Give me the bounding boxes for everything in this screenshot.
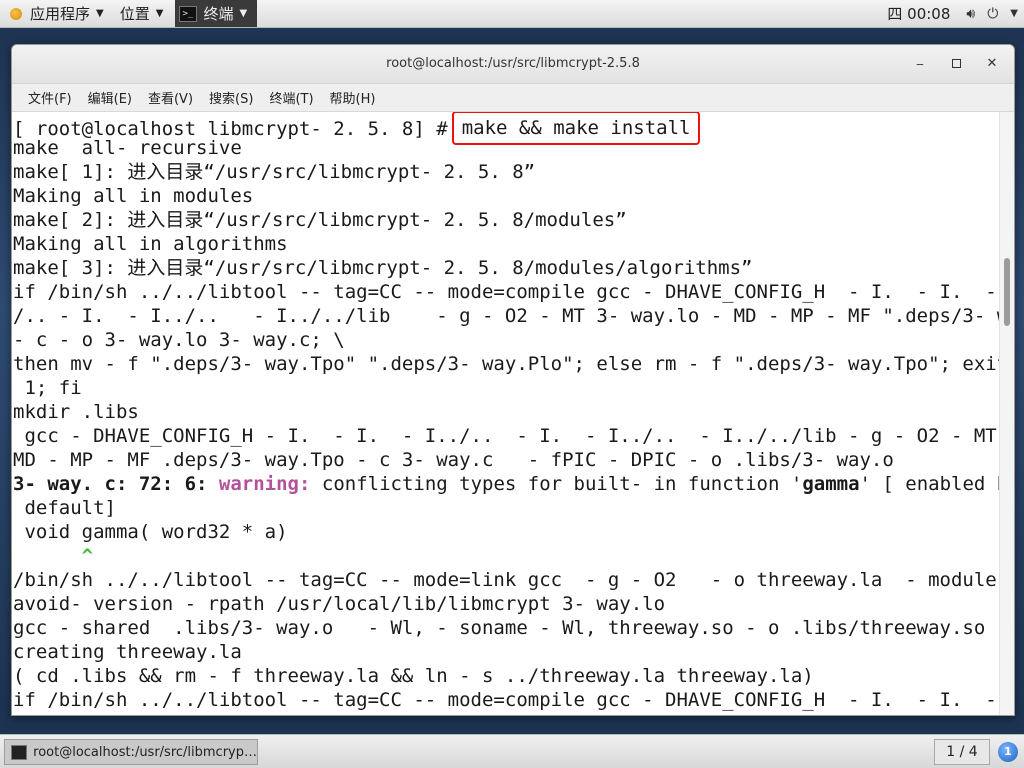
chevron-down-icon: ▼ xyxy=(239,8,248,19)
terminal-icon xyxy=(11,744,28,760)
terminal-output[interactable]: [ root@localhost libmcrypt- 2. 5. 8] # ma… xyxy=(12,112,999,715)
terminal-scrollbar[interactable] xyxy=(999,112,1014,715)
terminal-app-label: 终端 xyxy=(203,5,234,23)
warning-label: warning: xyxy=(218,473,311,495)
prompt-line: [ root@localhost libmcrypt- 2. 5. 8] # ma… xyxy=(13,112,999,145)
chevron-down-icon: ▼ xyxy=(155,8,164,19)
minimize-icon: ‒ xyxy=(916,57,924,71)
window-title: root@localhost:/usr/src/libmcrypt-2.5.8 xyxy=(386,56,640,71)
output-line: MD - MP - MF .deps/3- way.Tpo - c 3- way… xyxy=(13,449,894,471)
menu-help[interactable]: 帮助(H) xyxy=(322,88,384,107)
taskbar-window-label: root@localhost:/usr/src/libmcryp… xyxy=(33,744,257,760)
output-line: if /bin/sh ../../libtool -- tag=CC -- mo… xyxy=(13,281,999,303)
scrollbar-thumb[interactable] xyxy=(1004,258,1010,326)
output-line: gcc - DHAVE_CONFIG_H - I. - I. - I../.. … xyxy=(24,425,997,447)
menu-search[interactable]: 搜索(S) xyxy=(201,88,261,107)
applications-menu[interactable]: 应用程序 ▼ xyxy=(0,0,112,27)
taskbar-terminal-window[interactable]: root@localhost:/usr/src/libmcryp… xyxy=(4,739,258,765)
workspace-pager[interactable]: 1 / 4 xyxy=(934,739,990,765)
maximize-button[interactable] xyxy=(946,54,966,74)
warning-line: 3- way. c: 72: 6: warning: conflicting t… xyxy=(13,472,999,496)
output-line: - c - o 3- way.lo 3- way.c; \ xyxy=(13,329,345,351)
menu-file[interactable]: 文件(F) xyxy=(20,88,80,107)
output-line: avoid- version - rpath /usr/local/lib/li… xyxy=(13,593,666,615)
highlighted-command: make && make install xyxy=(451,112,701,145)
output-line: ( cd .libs && rm - f threeway.la && ln -… xyxy=(13,665,814,687)
chevron-down-icon: ▼ xyxy=(96,8,104,19)
notification-icon[interactable]: 1 xyxy=(998,742,1018,762)
warning-location: 3- way. c: 72: 6: xyxy=(13,473,208,495)
warning-continuation: default] xyxy=(13,497,116,519)
output-line: make[ 2]: 进入目录“/usr/src/libmcrypt- 2. 5.… xyxy=(13,209,627,231)
window-titlebar[interactable]: root@localhost:/usr/src/libmcrypt-2.5.8 … xyxy=(12,45,1014,84)
places-menu[interactable]: 位置 ▼ xyxy=(112,0,172,27)
output-line: gcc - shared .libs/3- way.o - Wl, - sona… xyxy=(13,617,986,639)
output-line: then mv - f ".deps/3- way.Tpo" ".deps/3-… xyxy=(13,353,999,375)
menu-edit[interactable]: 编辑(E) xyxy=(80,88,140,107)
output-line: make[ 3]: 进入目录“/usr/src/libmcrypt- 2. 5.… xyxy=(13,257,753,279)
source-code-line: void gamma( word32 * a) xyxy=(13,521,288,543)
clock[interactable]: 四 00:08 xyxy=(877,3,960,24)
menu-terminal[interactable]: 终端(T) xyxy=(261,88,321,107)
output-line: if /bin/sh ../../libtool -- tag=CC -- mo… xyxy=(13,689,999,711)
terminal-app-menu[interactable]: >_ 终端 ▼ xyxy=(175,0,258,27)
minimize-button[interactable]: ‒ xyxy=(910,54,930,74)
warning-text-after: ' [ enabled by xyxy=(859,473,999,495)
output-line: /.. - I. - I../.. - I../../lib - g - O2 … xyxy=(13,305,999,327)
output-line: creating threeway.la xyxy=(13,641,242,663)
close-icon: ✕ xyxy=(986,56,998,71)
output-line: Making all in modules xyxy=(13,185,254,207)
system-tray: 四 00:08 🔊︎ ⏻ ▼ xyxy=(877,0,1024,27)
caret-indicator: ^ xyxy=(13,545,94,567)
warning-symbol: gamma xyxy=(802,473,860,495)
menu-view[interactable]: 查看(V) xyxy=(140,88,201,107)
chevron-down-icon[interactable]: ▼ xyxy=(1004,8,1024,19)
bottom-panel: root@localhost:/usr/src/libmcryp… 1 / 4 … xyxy=(0,734,1024,768)
output-line: mkdir .libs xyxy=(13,401,139,423)
places-label: 位置 xyxy=(119,5,150,23)
warning-text: conflicting types for built- in function… xyxy=(310,473,803,495)
menubar: 文件(F) 编辑(E) 查看(V) 搜索(S) 终端(T) 帮助(H) xyxy=(12,84,1014,112)
power-icon[interactable]: ⏻ xyxy=(981,6,1004,22)
volume-icon[interactable]: 🔊︎ xyxy=(960,6,981,22)
close-button[interactable]: ✕ xyxy=(982,54,1002,74)
output-line: Making all in algorithms xyxy=(13,233,288,255)
output-line: 1; fi xyxy=(13,377,82,399)
maximize-icon xyxy=(951,59,961,68)
output-line: make[ 1]: 进入目录“/usr/src/libmcrypt- 2. 5.… xyxy=(13,161,536,183)
terminal-window: root@localhost:/usr/src/libmcrypt-2.5.8 … xyxy=(11,44,1015,716)
output-line: /bin/sh ../../libtool -- tag=CC -- mode=… xyxy=(13,569,999,591)
applications-icon xyxy=(8,6,24,22)
top-panel: 应用程序 ▼ 位置 ▼ >_ 终端 ▼ 四 00:08 🔊︎ ⏻ ▼ xyxy=(0,0,1024,28)
applications-label: 应用程序 xyxy=(30,5,91,23)
terminal-icon: >_ xyxy=(179,5,198,22)
